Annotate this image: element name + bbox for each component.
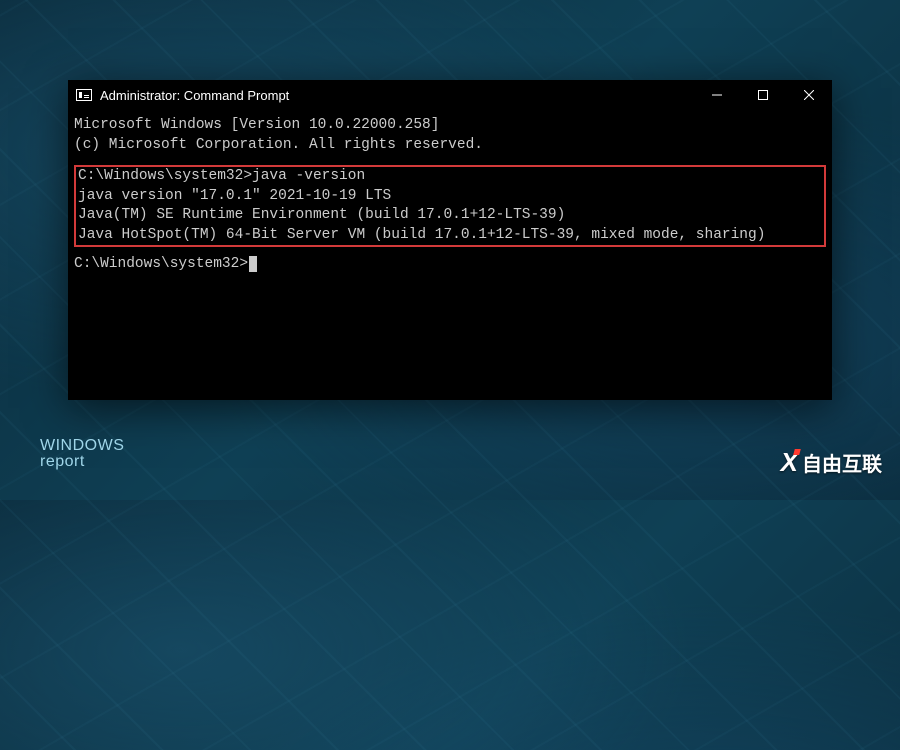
cmd-icon	[76, 89, 92, 101]
watermark-right-text: 自由互联	[802, 448, 882, 477]
highlighted-output: C:\Windows\system32>java -version java v…	[74, 165, 826, 247]
maximize-button[interactable]	[740, 80, 786, 110]
watermark-ziyouhl: X 自由互联	[781, 447, 882, 478]
window-title: Administrator: Command Prompt	[100, 88, 289, 103]
watermark-windows-report: WINDOWS report	[40, 438, 124, 470]
maximize-icon	[758, 90, 768, 100]
watermark-left-line1: WINDOWS	[40, 438, 124, 454]
title-bar[interactable]: Administrator: Command Prompt	[68, 80, 832, 110]
title-left: Administrator: Command Prompt	[68, 88, 289, 103]
output-line-1: java version "17.0.1" 2021-10-19 LTS	[78, 188, 391, 204]
close-button[interactable]	[786, 80, 832, 110]
command-prompt-window: Administrator: Command Prompt Microsoft …	[68, 80, 832, 400]
minimize-button[interactable]	[694, 80, 740, 110]
cmd-line: C:\Windows\system32>java -version	[78, 168, 365, 184]
output-line-2: Java(TM) SE Runtime Environment (build 1…	[78, 207, 565, 223]
minimize-icon	[712, 90, 722, 100]
header-line-1: Microsoft Windows [Version 10.0.22000.25…	[74, 117, 439, 133]
output-line-3: Java HotSpot(TM) 64-Bit Server VM (build…	[78, 227, 765, 243]
window-controls	[694, 80, 832, 110]
watermark-left-line2: report	[40, 454, 124, 470]
current-prompt: C:\Windows\system32>	[74, 256, 257, 272]
header-line-2: (c) Microsoft Corporation. All rights re…	[74, 137, 483, 153]
terminal-body[interactable]: Microsoft Windows [Version 10.0.22000.25…	[68, 110, 832, 281]
close-icon	[804, 90, 814, 100]
watermark-x-icon: X	[781, 447, 798, 478]
prompt-text: C:\Windows\system32>	[74, 256, 248, 272]
cursor	[249, 256, 257, 272]
